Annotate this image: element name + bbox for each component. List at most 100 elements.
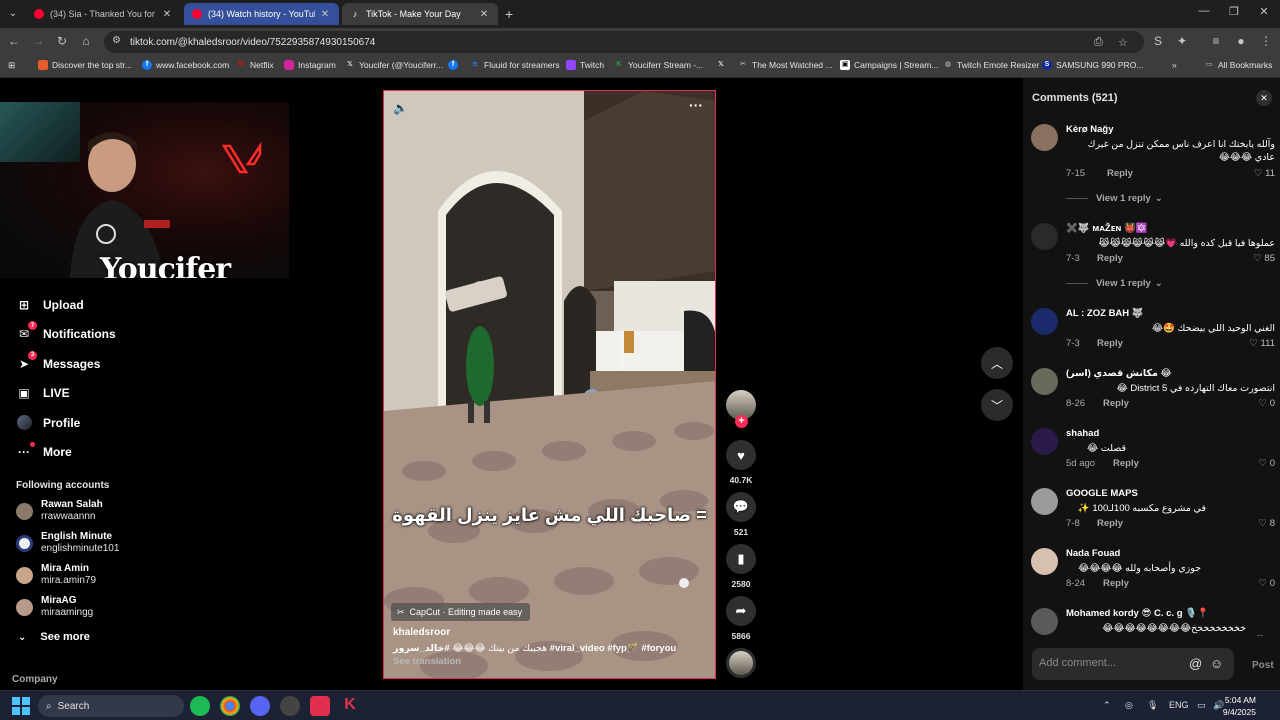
add-comment-input[interactable]: Add comment... @ ☺ [1032,648,1234,680]
close-window-icon[interactable]: ✕ [1256,5,1272,18]
taskbar-clock[interactable]: 5:04 AM 9/4/2025 [1223,694,1256,718]
bookmark-most-watched[interactable]: ✂ The Most Watched ... [738,60,832,70]
video-author[interactable]: khaledsroor [393,627,450,638]
follow-plus-icon[interactable]: + [735,415,748,428]
forward-arrow-icon[interactable]: → [30,34,46,48]
tray-app-icon[interactable]: ◎ [1125,700,1133,711]
close-tab-icon[interactable]: ✕ [161,9,173,20]
reply-button[interactable]: Reply [1103,578,1129,589]
close-comments-button[interactable]: ✕ [1256,90,1272,106]
streaming-app-icon[interactable] [310,696,330,716]
bookmark-campaigns[interactable]: ▣ Campaigns | Stream... [840,60,938,70]
comment-like-button[interactable]: ♡ 85 [1253,253,1275,264]
comment-username[interactable]: Mohamed kordy 😎 C. c. g 🎙️📍 [1066,608,1209,619]
extensions-puzzle-icon[interactable]: ✦ [1174,34,1190,48]
hashtag-link[interactable]: #foryou [641,643,676,654]
microphone-icon[interactable]: 🎙 [1147,700,1158,711]
view-replies-button[interactable]: View 1 reply ⌄ [1066,193,1163,204]
site-info-icon[interactable]: ⚙ [112,35,121,46]
display-icon[interactable]: ▭ [1197,700,1206,711]
install-app-icon[interactable]: ⎙ [1094,36,1103,49]
extension-s-icon[interactable]: S [1150,34,1166,48]
obs-icon[interactable] [280,696,300,716]
comment-button[interactable]: 💬 521 [724,492,758,537]
taskbar-search[interactable]: ⌕ Search [38,695,184,717]
comment-like-button[interactable]: ♡ 111 [1249,338,1275,349]
nav-messages[interactable]: ➤ 3 Messages [16,349,116,379]
creator-avatar-button[interactable]: + [724,390,758,428]
comment-like-button[interactable]: ♡ 8 [1259,518,1275,529]
bookmark-netflix[interactable]: N Netflix [236,60,273,70]
previous-video-button[interactable]: ︿ [981,347,1013,379]
nav-more[interactable]: ··· More [16,438,116,468]
close-tab-icon[interactable]: ✕ [478,9,490,20]
comment-username[interactable]: Kèrø Nağy [1066,124,1114,135]
bookmark-facebook[interactable]: f www.facebook.com [142,60,229,70]
bookmark-samsung[interactable]: S SAMSUNG 990 PRO... [1042,60,1143,70]
tray-overflow-icon[interactable]: ⌃ [1103,700,1111,711]
comment-like-button[interactable]: ♡ 11 [1254,168,1275,179]
nav-notifications[interactable]: ✉ 7 Notifications [16,320,116,350]
reply-button[interactable]: Reply [1113,458,1139,469]
browser-menu-icon[interactable]: ⋮ [1258,34,1274,48]
comment-like-button[interactable]: ♡ 0 [1259,458,1275,469]
video-player[interactable]: 🔈 ··· = صاحبك اللي مش عايز ينزل القهوة ✂… [383,90,716,679]
following-account[interactable]: Rawan Salah rrawwaannn [16,499,103,523]
bookmark-facebook-2[interactable]: f [448,60,462,70]
tab-tiktok[interactable]: ♪ TikTok - Make Your Day ✕ [342,3,498,25]
following-account[interactable]: English Minute englishminute101 [16,531,119,555]
bookmark-instagram[interactable]: Instagram [284,60,336,70]
share-button[interactable]: ➦ 5866 [724,596,758,641]
apps-grid-icon[interactable]: ⊞ [8,60,15,71]
avatar[interactable] [1031,368,1058,395]
reply-button[interactable]: Reply [1097,253,1123,264]
close-tab-icon[interactable]: ✕ [319,9,331,20]
bookmark-star-icon[interactable]: ☆ [1118,36,1128,49]
nav-upload[interactable]: ⊞ Upload [16,290,116,320]
comment-username[interactable]: GOOGLE MAPS [1066,488,1138,499]
spotify-icon[interactable] [190,696,210,716]
see-translation-link[interactable]: See translation [393,656,461,667]
restore-icon[interactable]: ❐ [1226,5,1242,18]
avatar[interactable] [1031,608,1058,635]
like-button[interactable]: ♥ 40.7K [724,440,758,485]
mention-icon[interactable]: @ [1189,656,1202,671]
profile-avatar-icon[interactable]: ● [1233,34,1249,48]
sound-disc-button[interactable] [724,648,758,678]
following-account[interactable]: MiraAG miraamingg [16,595,93,619]
k-app-icon[interactable]: K [340,696,360,716]
emoji-icon[interactable]: ☺ [1210,656,1223,671]
hashtag-link[interactable]: #خالد_سرور [393,643,450,654]
comment-username[interactable]: shahad [1066,428,1099,439]
chrome-icon[interactable] [220,696,240,716]
nav-profile[interactable]: Profile [16,408,116,438]
bookmark-fluuid[interactable]: ≋ Fluuid for streamers [470,60,560,70]
next-video-button[interactable]: ﹀ [981,389,1013,421]
reply-button[interactable]: Reply [1097,518,1123,529]
avatar[interactable] [1031,308,1058,335]
capcut-anchor[interactable]: ✂ CapCut · Editing made easy [391,603,531,621]
address-bar[interactable]: ⚙ tiktok.com/@khaledsroor/video/75229358… [104,31,1144,53]
comment-like-button[interactable]: ♡ 0 [1259,578,1275,589]
volume-icon[interactable]: 🔈 [393,101,408,115]
bookmark-x[interactable]: 𝕏 [716,60,730,70]
see-more-button[interactable]: ⌄ See more [18,631,90,643]
home-icon[interactable]: ⌂ [78,34,94,48]
company-link[interactable]: Company [12,674,58,685]
bookmark-youciferr-stream[interactable]: K Youciferr Stream -... [614,60,703,70]
post-comment-button[interactable]: Post [1252,660,1274,671]
nav-live[interactable]: ▣ LIVE [16,379,116,409]
comment-like-button[interactable]: ♡ 0 [1259,398,1275,409]
tab-sia[interactable]: (34) Sia - Thanked You for the P ✕ [26,3,181,25]
comment-username[interactable]: ✖️🐺 ᴍᴀŽᴇɴ 👹🔯 [1066,223,1148,234]
hashtag-link[interactable]: #fyp🪄 [607,643,638,654]
windows-start-icon[interactable] [11,696,31,716]
all-bookmarks[interactable]: ▭ All Bookmarks [1204,60,1273,70]
following-account[interactable]: Mira Amin mira.amin79 [16,563,96,587]
media-controls-icon[interactable]: ≡ [1208,34,1224,48]
new-tab-button[interactable]: + [505,6,513,22]
avatar[interactable] [1031,124,1058,151]
back-arrow-icon[interactable]: ← [6,34,22,48]
reply-button[interactable]: Reply [1097,338,1123,349]
bookmark-emote-resizer[interactable]: ◍ Twitch Emote Resizer [943,60,1039,70]
